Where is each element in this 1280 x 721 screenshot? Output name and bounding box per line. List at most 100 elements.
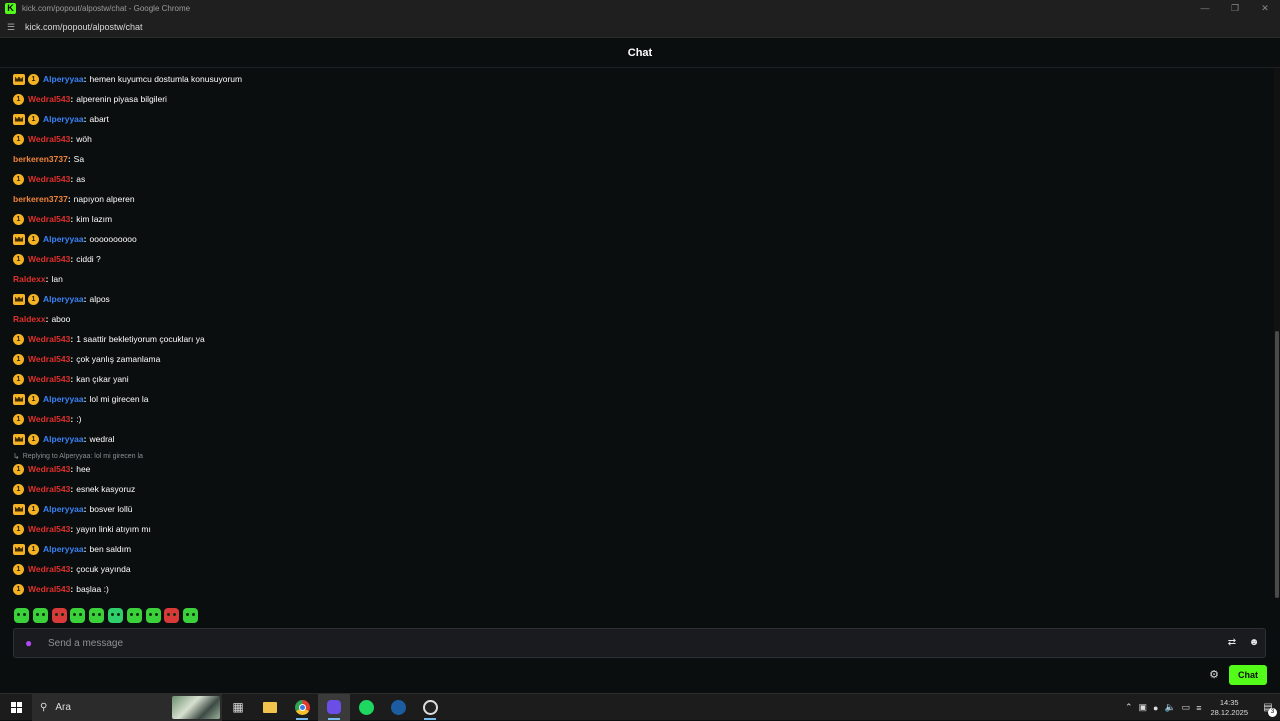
chat-username[interactable]: Wedral543 — [28, 334, 70, 344]
emote-5-icon[interactable] — [89, 608, 105, 623]
crown-badge-icon[interactable] — [13, 393, 25, 405]
chat-username[interactable]: Alperyyaa — [43, 74, 84, 84]
chat-username[interactable]: Wedral543 — [28, 484, 70, 494]
emote-2-icon[interactable] — [32, 608, 48, 623]
emote-8-icon[interactable] — [145, 608, 161, 623]
chat-message[interactable]: 1 Wedral543: hee — [13, 462, 90, 476]
emote-9-icon[interactable] — [164, 608, 180, 623]
chat-username[interactable]: Alperyyaa — [43, 114, 84, 124]
chat-message[interactable]: berkeren3737: napıyon alperen — [13, 192, 135, 206]
chat-username[interactable]: Raldexx — [13, 274, 46, 284]
chat-message[interactable]: 1 Alperyyaa: ben saldım — [13, 542, 131, 556]
chat-username[interactable]: Alperyyaa — [43, 434, 84, 444]
obs-icon[interactable] — [414, 694, 446, 721]
chat-username[interactable]: Alperyyaa — [43, 234, 84, 244]
subscriber-badge-icon[interactable]: 1 — [13, 373, 24, 385]
chat-messages[interactable]: 1 Alperyyaa: hemen kuyumcu dostumla konusu… — [0, 68, 1272, 598]
crown-badge-icon[interactable] — [13, 293, 25, 305]
subscriber-badge-icon[interactable]: 1 — [13, 253, 24, 265]
chat-message[interactable]: 1 Alperyyaa: alpos — [13, 292, 110, 306]
gear-icon[interactable]: ⚙ — [1207, 668, 1221, 682]
chat-message[interactable]: Raldexx: aboo — [13, 312, 70, 326]
emoji-icon[interactable]: ☻ — [1243, 633, 1265, 653]
crown-badge-icon[interactable] — [13, 503, 25, 515]
subscriber-badge-icon[interactable]: 1 — [13, 413, 24, 425]
scrollbar-thumb[interactable] — [1275, 331, 1279, 598]
emote-3-icon[interactable] — [51, 608, 67, 623]
file-explorer-icon[interactable] — [254, 694, 286, 721]
task-view-icon[interactable]: ▦ — [222, 694, 254, 721]
emote-1-icon[interactable] — [14, 608, 29, 623]
chat-message[interactable]: 1 Wedral543: çok yanlış zamanlama — [13, 352, 160, 366]
emote-10-icon[interactable] — [183, 608, 199, 623]
chat-message-input[interactable] — [48, 633, 1221, 653]
chat-message[interactable]: 1 Wedral543: wöh — [13, 132, 92, 146]
subscriber-badge-icon[interactable]: 1 — [28, 73, 39, 85]
chat-message[interactable]: 1 Wedral543::) — [13, 412, 81, 426]
language-tray-icon[interactable]: ≡ — [1196, 703, 1201, 713]
chrome-icon[interactable] — [286, 694, 318, 721]
translate-icon[interactable]: ⇄ — [1221, 633, 1243, 653]
chat-username[interactable]: Wedral543 — [28, 94, 70, 104]
chat-username[interactable]: Wedral543 — [28, 524, 70, 534]
subscriber-badge-icon[interactable]: 1 — [28, 113, 39, 125]
discord-icon[interactable] — [318, 693, 350, 721]
chat-message[interactable]: 1 Wedral543: as — [13, 172, 85, 186]
subscriber-badge-icon[interactable]: 1 — [28, 503, 39, 515]
chat-username[interactable]: Wedral543 — [28, 134, 70, 144]
subscriber-badge-icon[interactable]: 1 — [28, 233, 39, 245]
emote-6-icon[interactable] — [107, 608, 123, 623]
chat-username[interactable]: Alperyyaa — [43, 294, 84, 304]
subscriber-badge-icon[interactable]: 1 — [13, 563, 24, 575]
site-settings-icon[interactable]: ☰ — [7, 22, 17, 32]
reply-context[interactable]: ↳ Replying to Alperyyaa: lol mi girecen … — [13, 452, 143, 461]
subscriber-badge-icon[interactable]: 1 — [13, 93, 24, 105]
chat-username[interactable]: Wedral543 — [28, 174, 70, 184]
subscriber-badge-icon[interactable]: 1 — [13, 523, 24, 535]
subscriber-badge-icon[interactable]: 1 — [28, 433, 39, 445]
taskbar-search[interactable]: ⚲ Ara — [32, 693, 222, 721]
chat-message[interactable]: 1 Wedral543: başlaa :) — [13, 582, 109, 596]
network-tray-icon[interactable]: ▣ — [1139, 702, 1148, 713]
subscriber-badge-icon[interactable]: 1 — [13, 483, 24, 495]
crown-badge-icon[interactable] — [13, 113, 25, 125]
chat-message[interactable]: berkeren3737: Sa — [13, 152, 84, 166]
chat-username[interactable]: Alperyyaa — [43, 544, 84, 554]
chat-username[interactable]: Raldexx — [13, 314, 46, 324]
minimize-icon[interactable]: — — [1190, 0, 1220, 17]
chat-message[interactable]: 1 Wedral543: kim lazım — [13, 212, 112, 226]
start-button[interactable] — [0, 694, 32, 721]
subscriber-badge-icon[interactable]: 1 — [13, 463, 24, 475]
chat-username[interactable]: Alperyyaa — [43, 394, 84, 404]
close-icon[interactable]: ✕ — [1250, 0, 1280, 17]
chat-message[interactable]: 1 Wedral543:1 saattir bekletiyorum çocukl… — [13, 332, 205, 346]
crown-badge-icon[interactable] — [13, 233, 25, 245]
chat-username[interactable]: berkeren3737 — [13, 194, 68, 204]
emote-7-icon[interactable] — [126, 608, 142, 623]
send-chat-button[interactable]: Chat — [1229, 665, 1267, 685]
url-text[interactable]: kick.com/popout/alpostw/chat — [25, 22, 143, 32]
chat-message[interactable]: 1 Wedral543: alperenin piyasa bilgileri — [13, 92, 167, 106]
chat-message[interactable]: Raldexx: lan — [13, 272, 63, 286]
chat-message[interactable]: 1 Wedral543: yayın linki atıyım mı — [13, 522, 151, 536]
subscriber-badge-icon[interactable]: 1 — [28, 293, 39, 305]
chat-username[interactable]: Wedral543 — [28, 354, 70, 364]
steam-icon[interactable] — [382, 694, 414, 721]
chat-username[interactable]: Wedral543 — [28, 584, 70, 594]
microphone-icon[interactable]: ● — [25, 636, 34, 650]
subscriber-badge-icon[interactable]: 1 — [13, 173, 24, 185]
volume-icon[interactable]: 🔈 — [1164, 702, 1175, 713]
spotify-icon[interactable] — [350, 694, 382, 721]
chat-scrollbar[interactable] — [1274, 68, 1280, 598]
subscriber-badge-icon[interactable]: 1 — [28, 543, 39, 555]
chat-message[interactable]: 1 Alperyyaa: bosver lollü — [13, 502, 132, 516]
notification-center-icon[interactable]: ▤ 3 — [1256, 694, 1280, 721]
chat-username[interactable]: Wedral543 — [28, 464, 70, 474]
restore-icon[interactable]: ❐ — [1220, 0, 1250, 17]
subscriber-badge-icon[interactable]: 1 — [13, 583, 24, 595]
subscriber-badge-icon[interactable]: 1 — [13, 333, 24, 345]
chat-username[interactable]: Alperyyaa — [43, 504, 84, 514]
chat-message[interactable]: 1 Alperyyaa: abart — [13, 112, 109, 126]
subscriber-badge-icon[interactable]: 1 — [13, 353, 24, 365]
chat-username[interactable]: berkeren3737 — [13, 154, 68, 164]
